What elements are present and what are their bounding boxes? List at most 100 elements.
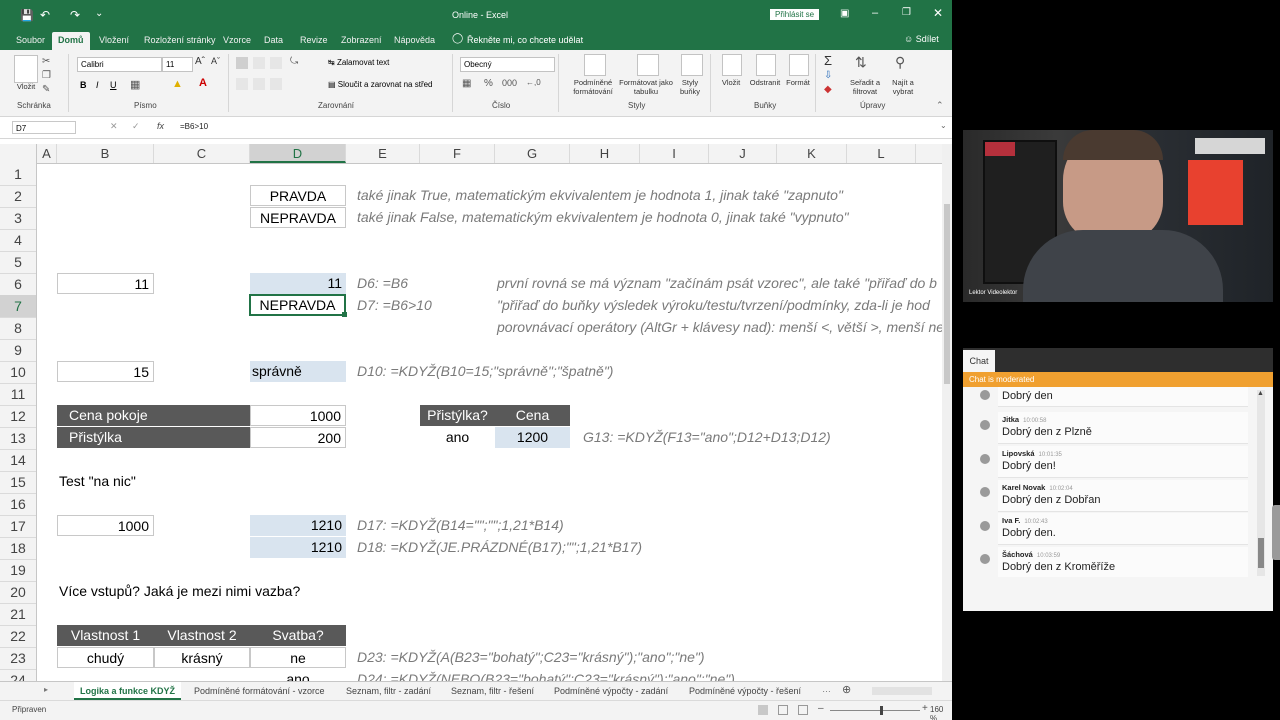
number-format-select[interactable]: Obecný: [460, 57, 555, 72]
row-header[interactable]: 23: [0, 647, 36, 670]
row-header[interactable]: 17: [0, 515, 36, 538]
shrink-font-icon[interactable]: Aˇ: [211, 56, 220, 66]
column-header[interactable]: F: [420, 144, 495, 163]
autosum-icon[interactable]: Σ: [824, 53, 832, 68]
bold-button[interactable]: B: [80, 80, 87, 90]
find-select-label[interactable]: Najít a vybrat: [885, 78, 921, 96]
formula-input[interactable]: =B6>10: [180, 122, 208, 131]
conditional-formatting-icon[interactable]: [584, 54, 606, 76]
worksheet-grid[interactable]: PRAVDA také jinak True, matematickým ekv…: [37, 163, 942, 681]
cell-e6[interactable]: D6: =B6: [357, 273, 408, 294]
cut-icon[interactable]: ✂: [42, 56, 50, 67]
clear-icon[interactable]: ◆: [824, 84, 832, 95]
align-bottom-icon[interactable]: [270, 57, 282, 69]
column-header[interactable]: D: [250, 144, 346, 163]
cell-b10[interactable]: 15: [57, 361, 154, 382]
cell-g7[interactable]: "přiřaď do buňky výsledek výroku/testu/t…: [497, 295, 930, 316]
column-header[interactable]: G: [495, 144, 570, 163]
sheet-tab[interactable]: Seznam, filtr - řešení: [445, 682, 540, 700]
signin-button[interactable]: Přihlásit se: [770, 9, 820, 20]
sheet-tab[interactable]: Seznam, filtr - zadání: [340, 682, 437, 700]
row-header[interactable]: 19: [0, 559, 36, 582]
cell-d24[interactable]: ano: [250, 669, 346, 681]
tab-vlozeni[interactable]: Vložení: [93, 32, 135, 50]
cell-d2[interactable]: PRAVDA: [250, 185, 346, 206]
percent-icon[interactable]: %: [484, 78, 493, 89]
column-header[interactable]: K: [777, 144, 847, 163]
cell-d12[interactable]: 1000: [250, 405, 346, 426]
zoom-slider[interactable]: [830, 710, 920, 711]
row-header[interactable]: 14: [0, 449, 36, 472]
row-header[interactable]: 1: [0, 163, 36, 186]
sort-filter-label[interactable]: Seřadit a filtrovat: [845, 78, 885, 96]
confirm-formula-icon[interactable]: ✓: [132, 121, 140, 132]
more-sheets-icon[interactable]: …: [822, 684, 831, 694]
row-header[interactable]: 16: [0, 493, 36, 516]
tab-domu[interactable]: Domů: [52, 32, 90, 50]
underline-button[interactable]: U: [110, 80, 117, 90]
tab-revize[interactable]: Revize: [294, 32, 334, 50]
cell-b17[interactable]: 1000: [57, 515, 154, 536]
cell-d17[interactable]: 1210: [250, 515, 346, 536]
column-header[interactable]: J: [709, 144, 777, 163]
tab-napoveda[interactable]: Nápověda: [388, 32, 441, 50]
row-header[interactable]: 13: [0, 427, 36, 450]
fill-handle[interactable]: [342, 312, 347, 317]
restore-icon[interactable]: ❐: [902, 7, 911, 18]
cell-g12[interactable]: Cena: [495, 405, 570, 426]
cell-g13[interactable]: 1200: [495, 427, 570, 448]
chat-tab[interactable]: Chat: [963, 350, 995, 372]
row-header[interactable]: 4: [0, 229, 36, 252]
row-header[interactable]: 2: [0, 185, 36, 208]
row-header[interactable]: 21: [0, 603, 36, 626]
vertical-scrollbar[interactable]: [942, 144, 952, 681]
italic-button[interactable]: I: [96, 80, 99, 90]
scrollbar-thumb[interactable]: [944, 204, 950, 384]
cell-b6[interactable]: 11: [57, 273, 154, 294]
cell-d23[interactable]: ne: [250, 647, 346, 668]
font-size-select[interactable]: 11: [162, 57, 193, 72]
tab-zobrazeni[interactable]: Zobrazení: [335, 32, 388, 50]
cell-e18[interactable]: D18: =KDYŽ(JE.PRÁZDNÉ(B17);"";1,21*B17): [357, 537, 642, 558]
minimize-icon[interactable]: –: [872, 7, 878, 19]
wrap-text-button[interactable]: ↹ Zalamovat text: [328, 58, 389, 67]
close-icon[interactable]: ✕: [933, 6, 943, 20]
font-name-select[interactable]: Calibri: [77, 57, 162, 72]
font-color-icon[interactable]: A: [199, 77, 207, 89]
orientation-icon[interactable]: ⤿: [290, 56, 298, 67]
cell-d22[interactable]: Svatba?: [250, 625, 346, 646]
ribbon-display-icon[interactable]: ▣: [840, 8, 849, 19]
zoom-in-icon[interactable]: +: [922, 703, 928, 714]
fill-color-icon[interactable]: ▲: [172, 78, 183, 90]
align-center-icon[interactable]: [253, 78, 265, 90]
row-header[interactable]: 5: [0, 251, 36, 274]
align-middle-icon[interactable]: [253, 57, 265, 69]
chat-scrollbar-thumb[interactable]: [1258, 538, 1264, 568]
cell-f13[interactable]: ano: [420, 427, 495, 448]
row-header[interactable]: 12: [0, 405, 36, 428]
row-header[interactable]: 15: [0, 471, 36, 494]
align-top-icon[interactable]: [236, 57, 248, 69]
sheet-tab[interactable]: Podmíněné výpočty - řešení: [683, 682, 807, 700]
copy-icon[interactable]: ❐: [42, 70, 51, 81]
column-header[interactable]: L: [847, 144, 916, 163]
decimals-icon[interactable]: ←,0: [526, 78, 541, 87]
cell-e2[interactable]: také jinak True, matematickým ekvivalent…: [357, 185, 843, 206]
borders-icon[interactable]: ▦: [130, 78, 140, 91]
scroll-sheets-icon[interactable]: ▸: [44, 685, 48, 694]
cancel-formula-icon[interactable]: ✕: [110, 121, 118, 132]
cell-b13[interactable]: Přistýlka: [57, 427, 250, 448]
cell-e23[interactable]: D23: =KDYŽ(A(B23="bohatý";C23="krásný");…: [357, 647, 705, 668]
cell-d18[interactable]: 1210: [250, 537, 346, 558]
align-left-icon[interactable]: [236, 78, 248, 90]
horizontal-scrollbar[interactable]: [872, 687, 932, 695]
cell-d10[interactable]: správně: [250, 361, 346, 382]
cell-c23[interactable]: krásný: [154, 647, 250, 668]
cell-e7[interactable]: D7: =B6>10: [357, 295, 432, 316]
conditional-formatting-label[interactable]: Podmíněné formátování: [562, 78, 624, 96]
tab-soubor[interactable]: Soubor: [10, 32, 51, 50]
format-table-icon[interactable]: [637, 54, 659, 76]
name-box[interactable]: D7: [12, 121, 76, 134]
row-header[interactable]: 10: [0, 361, 36, 384]
cell-c22[interactable]: Vlastnost 2: [154, 625, 250, 646]
